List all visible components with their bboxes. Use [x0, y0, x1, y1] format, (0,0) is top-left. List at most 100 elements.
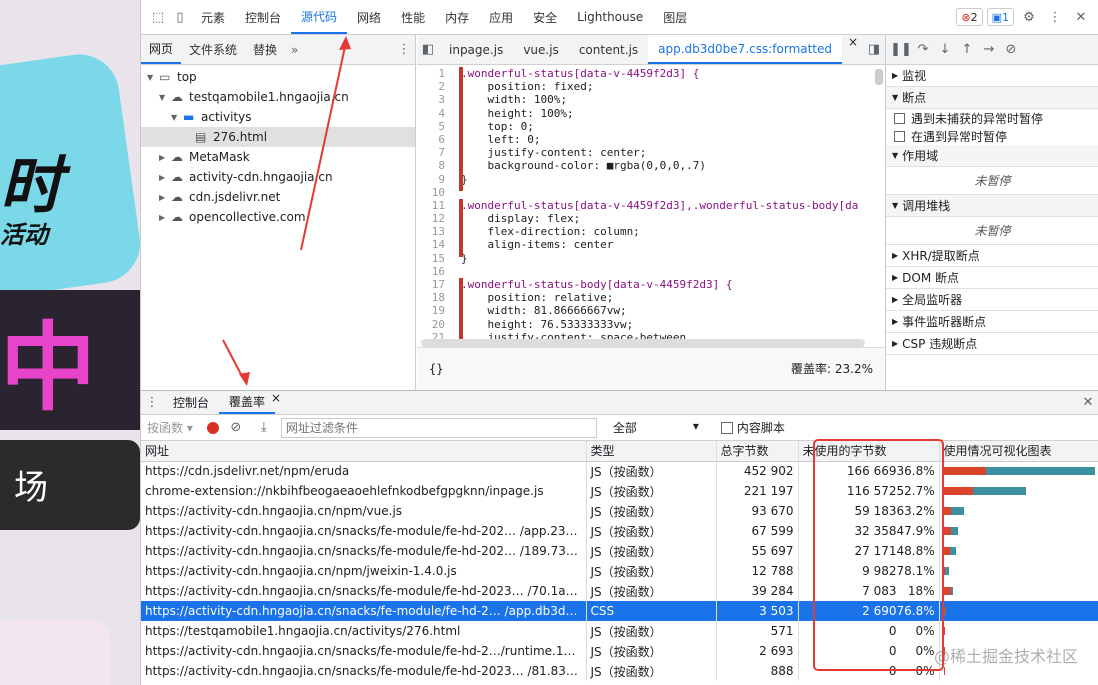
table-row[interactable]: https://activity-cdn.hngaojia.cn/npm/jwe…	[141, 561, 1098, 581]
expand-arrow-icon[interactable]: ▶	[159, 193, 171, 202]
table-row[interactable]: https://activity-cdn.hngaojia.cn/snacks/…	[141, 541, 1098, 561]
editor-tab-1[interactable]: vue.js	[513, 35, 569, 64]
tab-6[interactable]: 应用	[479, 0, 523, 34]
debugger-section-6[interactable]: ▶ 全局监听器	[886, 289, 1098, 311]
tree-item[interactable]: ▶ ☁ MetaMask	[141, 147, 415, 167]
inspect-icon[interactable]: ⬚	[147, 6, 169, 28]
deactivate-breakpoints-icon[interactable]: ⊘	[1000, 39, 1022, 61]
gear-icon[interactable]: ⚙	[1018, 6, 1040, 28]
breakpoint-option[interactable]: 在遇到异常时暂停	[886, 127, 1098, 145]
error-badge[interactable]: ⊗ 2	[956, 8, 983, 26]
debugger-section-2[interactable]: ▼ 作用域	[886, 145, 1098, 167]
clear-icon[interactable]: ⊘	[225, 417, 247, 439]
table-row[interactable]: https://testqamobile1.hngaojia.cn/activi…	[141, 621, 1098, 641]
navigator-tab-1[interactable]: 文件系统	[181, 35, 245, 64]
tab-4[interactable]: 性能	[391, 0, 435, 34]
toggle-debugger-icon[interactable]: ◨	[863, 39, 885, 61]
tree-item[interactable]: ▤ 276.html	[141, 127, 415, 147]
checkbox[interactable]	[894, 112, 905, 124]
breakpoint-option[interactable]: 遇到未捕获的异常时暂停	[886, 109, 1098, 127]
tab-3[interactable]: 网络	[347, 0, 391, 34]
type-filter-select[interactable]: 全部 ▾	[613, 419, 699, 436]
more-vert-icon[interactable]: ⋮	[393, 39, 415, 61]
tree-item[interactable]: ▼ ▭ top	[141, 67, 415, 87]
table-row[interactable]: https://activity-cdn.hngaojia.cn/npm/vue…	[141, 501, 1098, 521]
debugger-section-1[interactable]: ▼ 断点	[886, 87, 1098, 109]
debugger-section-0[interactable]: ▶ 监视	[886, 65, 1098, 87]
table-row[interactable]: chrome-extension://nkbihfbeogaeaoehlefnk…	[141, 481, 1098, 501]
code-area[interactable]: 1 .wonderful-status[data-v-4459f2d3] {2 p…	[417, 65, 885, 347]
tab-2[interactable]: 源代码	[291, 0, 348, 34]
tab-9[interactable]: 图层	[653, 0, 697, 34]
drawer-tab-1[interactable]: 覆盖率	[219, 391, 276, 414]
step-into-icon[interactable]: ↓	[934, 39, 956, 61]
expand-arrow-icon[interactable]: ▶	[159, 153, 171, 162]
tree-item[interactable]: ▶ ☁ opencollective.com	[141, 207, 415, 227]
navigator-tab-2[interactable]: 替换	[245, 35, 285, 64]
debugger-section-4[interactable]: ▶ XHR/提取断点	[886, 245, 1098, 267]
step-out-icon[interactable]: ↑	[956, 39, 978, 61]
debugger-section-5[interactable]: ▶ DOM 断点	[886, 267, 1098, 289]
tab-5[interactable]: 内存	[435, 0, 479, 34]
close-icon[interactable]: ✕	[1070, 6, 1092, 28]
drawer-menu-icon[interactable]: ⋮	[141, 392, 163, 414]
more-tabs-button[interactable]: »	[285, 43, 304, 57]
vertical-scrollbar[interactable]	[875, 69, 883, 85]
debugger-section-7[interactable]: ▶ 事件监听器断点	[886, 311, 1098, 333]
expand-arrow-icon[interactable]: ▼	[171, 113, 183, 122]
checkbox[interactable]	[894, 130, 905, 142]
close-drawer-icon[interactable]: ✕	[1077, 392, 1098, 414]
editor-tab-2[interactable]: content.js	[569, 35, 648, 64]
tab-0[interactable]: 元素	[191, 0, 235, 34]
step-icon[interactable]: →	[978, 39, 1000, 61]
table-row[interactable]: https://cdn.jsdelivr.net/npm/eruda JS（按函数…	[141, 461, 1098, 481]
per-function-select[interactable]: 按函数 ▾	[147, 419, 193, 436]
expand-arrow-icon[interactable]: ▶	[159, 213, 171, 222]
debugger-section-3[interactable]: ▼ 调用堆栈	[886, 195, 1098, 217]
editor-tab-3[interactable]: app.db3d0be7.css:formatted	[648, 35, 843, 64]
column-header[interactable]: 网址	[141, 441, 587, 462]
expand-arrow-icon[interactable]: ▶	[159, 173, 171, 182]
devtools-panel: ⬚ ▯ 元素 控制台 源代码 网络 性能 内存 应用 安全 Lighthouse 图层 ⊗ 2 ▣ 1…	[140, 0, 1098, 685]
export-icon[interactable]: ⤓	[253, 417, 275, 439]
used-bar	[943, 467, 987, 476]
column-header[interactable]: 使用情况可视化图表	[939, 441, 1098, 462]
code-line: 20 height: 76.53333333vw;	[431, 317, 634, 331]
debugger-section-8[interactable]: ▶ CSP 违规断点	[886, 333, 1098, 355]
tree-item[interactable]: ▼ ▬ activitys	[141, 107, 415, 127]
column-header[interactable]: 总字节数	[716, 441, 799, 462]
column-header[interactable]: 类型	[586, 441, 717, 462]
tree-item[interactable]: ▼ ☁ testqamobile1.hngaojia.cn	[141, 87, 415, 107]
expand-arrow-icon[interactable]: ▼	[159, 93, 171, 102]
pause-icon[interactable]: ❚❚	[890, 39, 912, 61]
total-bytes-cell: 12 788	[716, 561, 799, 581]
tree-item[interactable]: ▶ ☁ activity-cdn.hngaojia.cn	[141, 167, 415, 187]
type-cell: JS（按函数）	[586, 461, 717, 481]
table-row[interactable]: https://activity-cdn.hngaojia.cn/snacks/…	[141, 601, 1098, 621]
url-filter-input[interactable]	[280, 417, 597, 438]
tab-7[interactable]: 安全	[523, 0, 567, 34]
toggle-navigator-icon[interactable]: ◧	[417, 39, 439, 61]
drawer-tab-0[interactable]: 控制台	[163, 391, 219, 414]
table-row[interactable]: https://activity-cdn.hngaojia.cn/snacks/…	[141, 521, 1098, 541]
unused-bar	[944, 567, 949, 575]
record-icon[interactable]	[206, 421, 219, 434]
expand-arrow-icon[interactable]: ▼	[147, 73, 159, 82]
content-scripts-checkbox[interactable]: 内容脚本	[720, 419, 785, 436]
table-row[interactable]: https://activity-cdn.hngaojia.cn/snacks/…	[141, 581, 1098, 601]
navigator-tab-0[interactable]: 网页	[141, 35, 182, 64]
column-header[interactable]: 未使用的字节数	[798, 441, 940, 462]
tab-8[interactable]: Lighthouse	[567, 0, 653, 34]
info-badge[interactable]: ▣ 1	[986, 8, 1014, 26]
more-vert-icon[interactable]: ⋮	[1044, 6, 1066, 28]
tab-1[interactable]: 控制台	[235, 0, 291, 34]
cloud-icon: ☁	[171, 170, 183, 184]
step-over-icon[interactable]: ↷	[912, 39, 934, 61]
horizontal-scrollbar[interactable]	[421, 339, 865, 347]
pretty-print-button[interactable]: {}	[429, 362, 443, 376]
device-toggle-icon[interactable]: ▯	[169, 6, 191, 28]
tree-item[interactable]: ▶ ☁ cdn.jsdelivr.net	[141, 187, 415, 207]
close-icon[interactable]: ×	[271, 391, 281, 414]
close-icon[interactable]: ×	[848, 35, 858, 64]
editor-tab-0[interactable]: inpage.js	[439, 35, 513, 64]
